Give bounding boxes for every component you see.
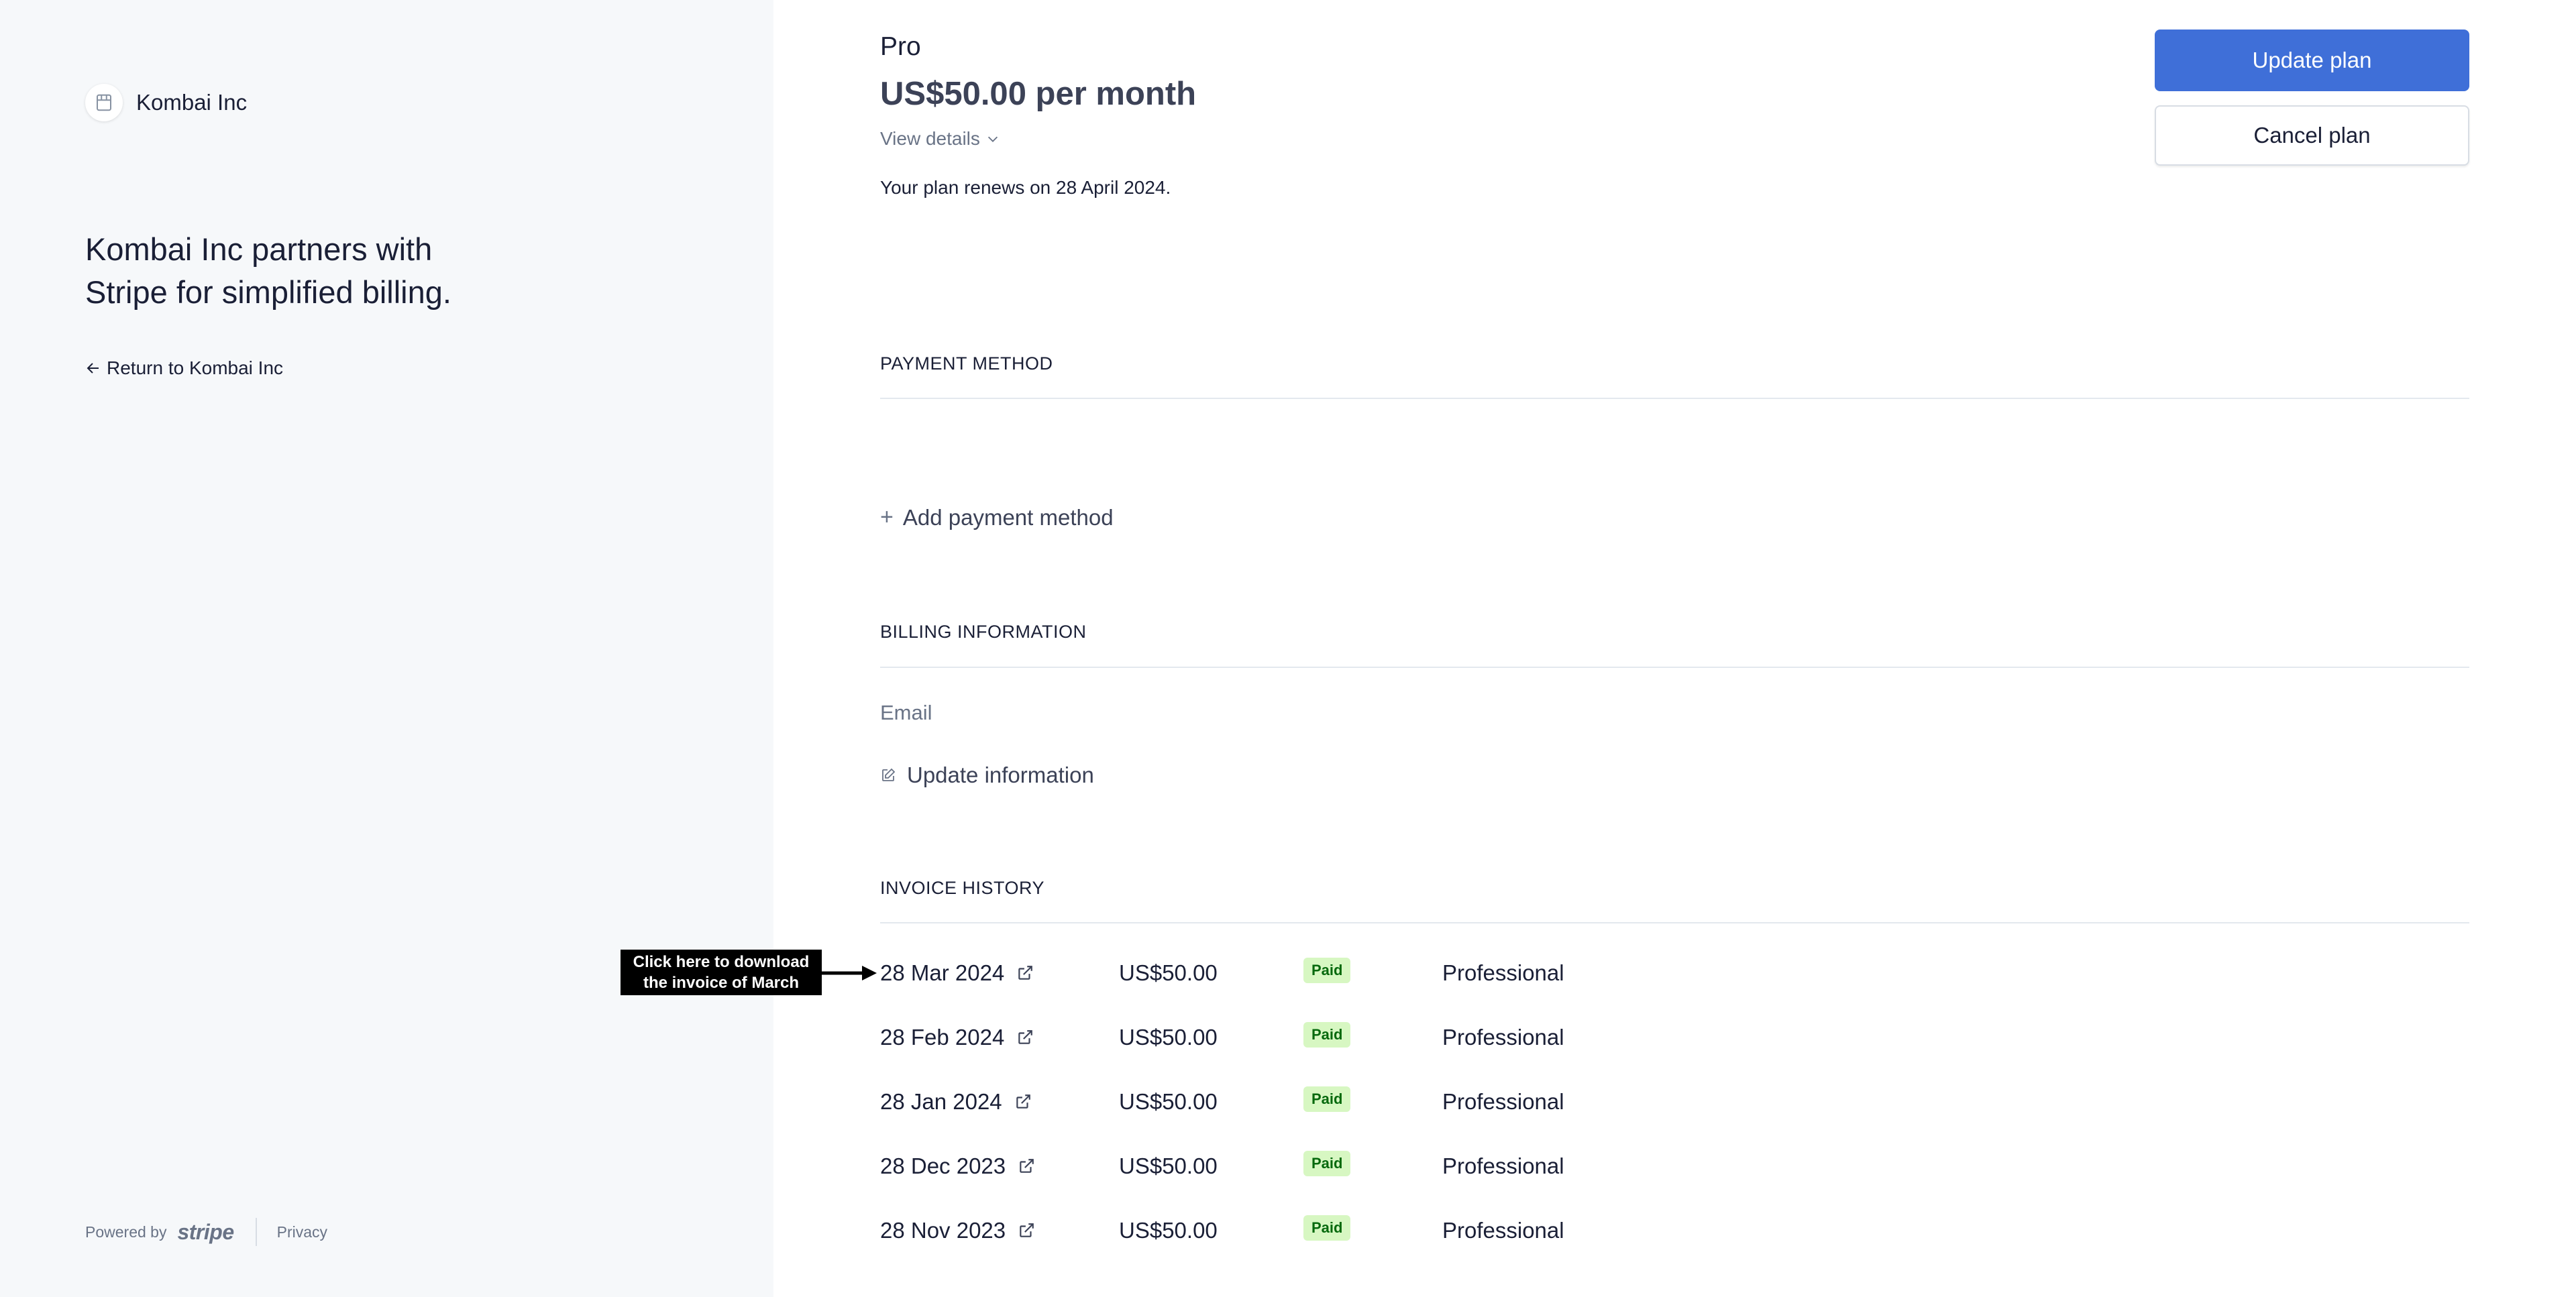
payment-method-heading: PAYMENT METHOD: [880, 353, 1053, 374]
status-badge: Paid: [1303, 1086, 1351, 1112]
invoice-row: 28 Mar 2024 US$50.00 Paid Professional: [880, 953, 1819, 993]
invoice-history-heading: INVOICE HISTORY: [880, 878, 1045, 898]
invoice-date-link[interactable]: 28 Nov 2023: [880, 1218, 1119, 1243]
edit-icon: [882, 768, 896, 781]
invoice-date: 28 Jan 2024: [880, 1089, 1002, 1114]
cancel-plan-button[interactable]: Cancel plan: [2155, 105, 2469, 166]
invoice-row: 28 Nov 2023 US$50.00 Paid Professional: [880, 1210, 1819, 1251]
annotation-callout: Click here to download the invoice of Ma…: [621, 950, 822, 995]
external-link-icon: [1016, 1094, 1030, 1109]
invoice-date: 28 Nov 2023: [880, 1218, 1006, 1243]
invoice-date-link[interactable]: 28 Mar 2024: [880, 960, 1119, 986]
status-badge: Paid: [1303, 1022, 1351, 1048]
brand-name: Kombai Inc: [136, 90, 248, 115]
invoice-product: Professional: [1442, 1025, 1564, 1050]
plan-name: Pro: [880, 32, 921, 61]
stripe-logo[interactable]: stripe: [177, 1220, 234, 1245]
plus-icon: +: [880, 504, 894, 530]
invoice-amount: US$50.00: [1119, 1089, 1218, 1114]
external-link-icon: [1020, 1223, 1034, 1237]
invoice-history-divider: [880, 922, 2469, 923]
left-panel: Kombai Inc Kombai Inc partners with Stri…: [0, 0, 773, 1297]
return-link[interactable]: Return to Kombai Inc: [85, 357, 283, 379]
invoice-date: 28 Mar 2024: [880, 960, 1005, 985]
arrow-left-icon: [87, 363, 99, 374]
view-details-toggle[interactable]: View details: [880, 128, 1000, 150]
footer-divider: [255, 1218, 257, 1246]
email-label: Email: [880, 701, 932, 724]
invoice-date-link[interactable]: 28 Dec 2023: [880, 1153, 1119, 1179]
add-payment-method-button[interactable]: + Add payment method: [880, 504, 1114, 530]
status-badge: Paid: [1303, 958, 1351, 983]
invoice-product: Professional: [1442, 1218, 1564, 1243]
privacy-link[interactable]: Privacy: [277, 1223, 327, 1241]
payment-method-divider: [880, 398, 2469, 399]
return-link-label: Return to Kombai Inc: [107, 357, 284, 378]
invoice-product: Professional: [1442, 1153, 1564, 1178]
view-details-label: View details: [880, 128, 980, 149]
invoice-date-link[interactable]: 28 Jan 2024: [880, 1089, 1119, 1115]
external-link-icon: [1018, 1030, 1033, 1044]
invoice-date: 28 Dec 2023: [880, 1153, 1006, 1178]
invoice-row: 28 Jan 2024 US$50.00 Paid Professional: [880, 1082, 1819, 1122]
invoice-product: Professional: [1442, 960, 1564, 985]
powered-by-label: Powered by: [85, 1223, 167, 1241]
invoice-date: 28 Feb 2024: [880, 1025, 1005, 1050]
billing-information-heading: BILLING INFORMATION: [880, 622, 1087, 642]
status-badge: Paid: [1303, 1151, 1351, 1176]
invoice-amount: US$50.00: [1119, 1025, 1218, 1050]
external-link-icon: [1020, 1159, 1034, 1173]
billing-information-divider: [880, 667, 2469, 668]
invoice-row: 28 Feb 2024 US$50.00 Paid Professional: [880, 1017, 1819, 1058]
footer: Powered by stripe Privacy: [85, 1218, 327, 1246]
invoice-row: 28 Dec 2023 US$50.00 Paid Professional: [880, 1146, 1819, 1186]
store-icon: [85, 84, 123, 121]
update-plan-button[interactable]: Update plan: [2155, 30, 2469, 91]
tagline: Kombai Inc partners with Stripe for simp…: [85, 231, 451, 310]
update-information-label: Update information: [907, 763, 1094, 787]
billing-portal-page: Kombai Inc Kombai Inc partners with Stri…: [0, 0, 2576, 1297]
invoice-amount: US$50.00: [1119, 960, 1218, 985]
invoice-amount: US$50.00: [1119, 1153, 1218, 1178]
invoice-product: Professional: [1442, 1089, 1564, 1114]
add-payment-method-label: Add payment method: [902, 504, 1114, 530]
status-badge: Paid: [1303, 1215, 1351, 1241]
chevron-down-icon: [987, 136, 998, 142]
arrow-right-icon: [822, 966, 877, 980]
invoice-amount: US$50.00: [1119, 1218, 1218, 1243]
update-information-button[interactable]: Update information: [880, 763, 1094, 788]
invoice-date-link[interactable]: 28 Feb 2024: [880, 1025, 1119, 1050]
external-link-icon: [1018, 966, 1033, 980]
plan-price: US$50.00 per month: [880, 76, 1197, 112]
brand: Kombai Inc: [85, 84, 247, 121]
renewal-notice: Your plan renews on 28 April 2024.: [880, 177, 1171, 198]
main-panel: Pro US$50.00 per month View details Your…: [773, 0, 2576, 1297]
